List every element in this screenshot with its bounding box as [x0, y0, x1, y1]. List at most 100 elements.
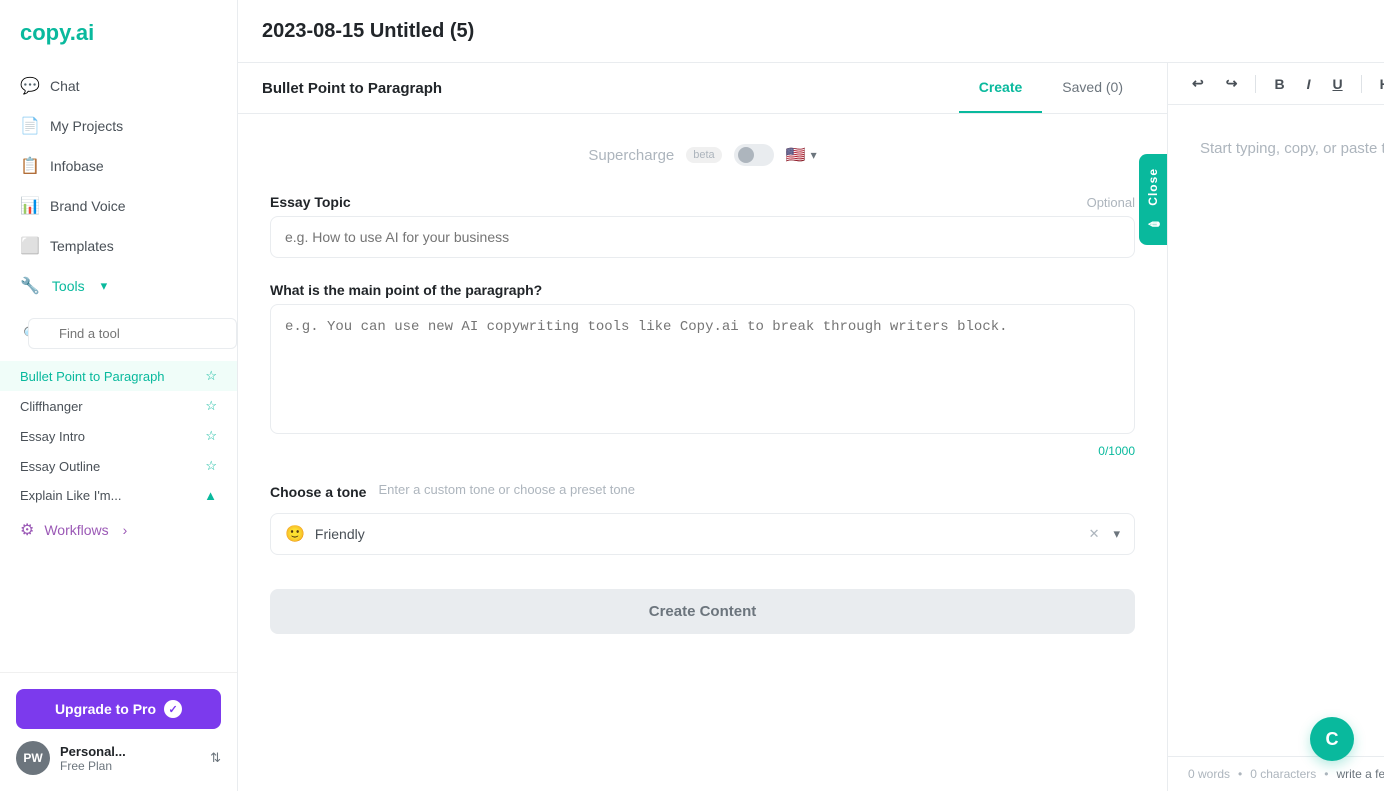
tone-select[interactable]: 🙂 Friendly ✕ ▾ [270, 513, 1135, 555]
essay-topic-label-text: Essay Topic [270, 194, 351, 210]
star-icon[interactable]: ☆ [205, 368, 217, 384]
find-tool-wrapper: 🔍 [14, 312, 223, 355]
bold-button[interactable]: B [1266, 72, 1292, 96]
flag-button[interactable]: 🇺🇸 ▾ [786, 145, 817, 165]
essay-topic-group: Essay Topic Optional [270, 194, 1135, 258]
sidebar-item-infobase[interactable]: 📋 Infobase [0, 146, 237, 186]
projects-icon: 📄 [20, 116, 38, 136]
tool-list-item[interactable]: Explain Like I'm... ▲ [0, 481, 237, 510]
sidebar-nav: 💬 Chat 📄 My Projects 📋 Infobase 📊 Brand … [0, 62, 237, 672]
essay-topic-input[interactable] [270, 216, 1135, 258]
workflows-icon: ⚙ [20, 520, 34, 540]
form-content: Supercharge beta 🇺🇸 ▾ Essay To [238, 114, 1167, 791]
user-chevron-icon: ⇅ [210, 750, 221, 766]
supercharge-bar: Supercharge beta 🇺🇸 ▾ [270, 144, 1135, 166]
main-content: 2023-08-15 Untitled (5) New Project Bull… [238, 0, 1384, 791]
tone-emoji: 🙂 [285, 524, 305, 544]
main-point-textarea[interactable] [270, 304, 1135, 434]
content-area: Bullet Point to Paragraph Create Saved (… [238, 63, 1384, 791]
write-more-hint: write a few more words [1336, 767, 1384, 781]
sidebar-item-workflows[interactable]: ⚙ Workflows › [0, 510, 237, 550]
essay-topic-label: Essay Topic Optional [270, 194, 1135, 210]
sidebar-item-tools[interactable]: 🔧 Tools ▾ [0, 266, 237, 306]
close-tab-icon: ✏ [1145, 214, 1161, 231]
tone-clear-button[interactable]: ✕ [1089, 526, 1100, 542]
tool-list-item[interactable]: Cliffhanger ☆ [0, 391, 237, 421]
editor-toolbar: ↩ ↪ B I U H1 H2 H3 ••• ✓ Saved [1168, 63, 1384, 105]
star-icon[interactable]: ☆ [205, 398, 217, 414]
supercharge-badge: beta [686, 147, 721, 163]
right-panel: ↩ ↪ B I U H1 H2 H3 ••• ✓ Saved Start typ… [1168, 63, 1384, 791]
flag-chevron-icon: ▾ [811, 148, 817, 162]
star-icon[interactable]: ☆ [205, 428, 217, 444]
avatar-initials: PW [23, 751, 42, 765]
undo-button[interactable]: ↩ [1184, 71, 1212, 96]
sidebar-item-templates[interactable]: ⬜ Templates [0, 226, 237, 266]
tool-label: Explain Like I'm... [20, 488, 121, 503]
sidebar-item-chat[interactable]: 💬 Chat [0, 66, 237, 106]
editor-footer: 0 words • 0 characters • write a few mor… [1168, 756, 1384, 791]
h1-button[interactable]: H1 [1372, 72, 1384, 96]
form-panel: Supercharge beta 🇺🇸 ▾ Essay To [238, 114, 1167, 791]
avatar: PW [16, 741, 50, 775]
redo-button[interactable]: ↪ [1218, 71, 1246, 96]
chat-bubble-button[interactable]: C [1310, 717, 1354, 761]
logo-ai: ai [76, 20, 94, 45]
tab-create[interactable]: Create [959, 63, 1043, 113]
tools-icon: 🔧 [20, 276, 40, 296]
essay-topic-optional: Optional [1087, 195, 1135, 210]
chat-bubble-icon: C [1326, 729, 1339, 750]
tool-list-item[interactable]: Essay Outline ☆ [0, 451, 237, 481]
underline-button[interactable]: U [1324, 72, 1350, 96]
tone-label: Choose a tone [270, 484, 366, 500]
tab-saved[interactable]: Saved (0) [1042, 63, 1143, 113]
word-count: 0 words [1188, 767, 1230, 781]
flag-icon: 🇺🇸 [786, 145, 806, 165]
tone-value: Friendly [315, 526, 1079, 542]
tool-list-item[interactable]: Bullet Point to Paragraph ☆ [0, 361, 237, 391]
tool-list-item[interactable]: Essay Intro ☆ [0, 421, 237, 451]
sidebar-item-my-projects[interactable]: 📄 My Projects [0, 106, 237, 146]
dot-separator: • [1238, 767, 1242, 781]
char-count: 0/1000 [270, 444, 1135, 458]
workflows-label: Workflows [44, 522, 108, 538]
sidebar-item-label: My Projects [50, 118, 123, 134]
sidebar-item-brand-voice[interactable]: 📊 Brand Voice [0, 186, 237, 226]
upgrade-button[interactable]: Upgrade to Pro ✓ [16, 689, 221, 729]
logo-text: copy [20, 20, 70, 45]
sidebar: copy.ai 💬 Chat 📄 My Projects 📋 Infobase … [0, 0, 238, 791]
tone-group: Choose a tone Enter a custom tone or cho… [270, 482, 1135, 555]
italic-button[interactable]: I [1299, 72, 1319, 96]
topbar: 2023-08-15 Untitled (5) New Project [238, 0, 1384, 63]
tools-chevron-icon: ▾ [101, 278, 108, 294]
tool-label: Bullet Point to Paragraph [20, 369, 165, 384]
supercharge-label: Supercharge [588, 147, 674, 164]
upgrade-label: Upgrade to Pro [55, 701, 156, 717]
brand-voice-icon: 📊 [20, 196, 38, 216]
editor-placeholder: Start typing, copy, or paste to get star… [1200, 140, 1384, 157]
tool-label: Essay Outline [20, 459, 100, 474]
tool-list: Bullet Point to Paragraph ☆ Cliffhanger … [0, 361, 237, 510]
chat-icon: 💬 [20, 76, 38, 96]
sidebar-item-label: Infobase [50, 158, 104, 174]
toolbar-separator [1255, 75, 1256, 93]
user-profile[interactable]: PW Personal... Free Plan ⇅ [16, 741, 221, 775]
create-content-button[interactable]: Create Content [270, 589, 1135, 634]
editor-area[interactable]: Start typing, copy, or paste to get star… [1168, 105, 1384, 756]
tab-create-label: Create [979, 79, 1023, 95]
close-tab[interactable]: Close ✏ [1139, 154, 1167, 245]
tools-label: Tools [52, 278, 85, 294]
panel-header: Bullet Point to Paragraph Create Saved (… [238, 63, 1167, 114]
panel-title: Bullet Point to Paragraph [262, 64, 959, 113]
main-point-label: What is the main point of the paragraph? [270, 282, 1135, 298]
upgrade-badge-icon: ✓ [164, 700, 182, 718]
main-point-label-text: What is the main point of the paragraph? [270, 282, 542, 298]
supercharge-toggle[interactable] [734, 144, 774, 166]
star-icon[interactable]: ☆ [205, 458, 217, 474]
tone-chevron-icon[interactable]: ▾ [1113, 526, 1120, 542]
find-tool-input[interactable] [28, 318, 237, 349]
star-icon[interactable]: ▲ [204, 488, 217, 503]
tab-saved-label: Saved (0) [1062, 79, 1123, 95]
close-tab-label: Close [1146, 168, 1160, 206]
user-info: Personal... Free Plan [60, 744, 200, 773]
